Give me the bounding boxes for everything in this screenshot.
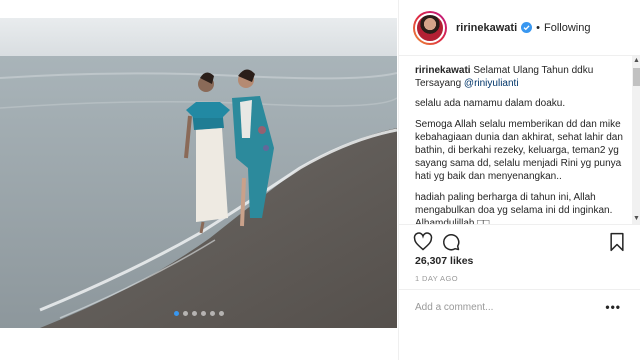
caption-mention-link[interactable]: @riniyulianti xyxy=(464,78,519,89)
caption-paragraph: Semoga Allah selalu memberikan dd dan mi… xyxy=(415,118,623,183)
scroll-thumb[interactable] xyxy=(633,68,640,86)
post-header: ririnekawati • Following xyxy=(399,0,640,56)
caption-first-paragraph: ririnekawati Selamat Ulang Tahun ddku Te… xyxy=(415,64,625,90)
heart-icon[interactable] xyxy=(413,232,433,252)
carousel-dot[interactable] xyxy=(209,311,215,316)
beach-photo xyxy=(0,18,397,328)
photo-pane xyxy=(0,0,397,360)
comment-box: ••• xyxy=(399,289,640,329)
carousel-dot[interactable] xyxy=(200,311,206,316)
more-options-icon[interactable]: ••• xyxy=(605,300,621,314)
carousel-dot[interactable] xyxy=(182,311,188,316)
comment-icon[interactable] xyxy=(441,232,461,252)
caption-area: ririnekawati Selamat Ulang Tahun ddku Te… xyxy=(399,56,640,224)
avatar[interactable] xyxy=(413,10,447,45)
caption: ririnekawati Selamat Ulang Tahun ddku Te… xyxy=(415,64,625,224)
scroll-down-arrow-icon[interactable]: ▼ xyxy=(632,214,640,224)
post-time[interactable]: 1 DAY AGO xyxy=(415,274,458,283)
header-username[interactable]: ririnekawati xyxy=(456,22,517,34)
avatar-image xyxy=(415,12,445,43)
comment-input[interactable] xyxy=(415,302,595,313)
header-separator: • xyxy=(536,21,540,34)
following-button[interactable]: Following xyxy=(544,22,590,34)
likes-count[interactable]: 26,307 likes xyxy=(415,255,473,267)
caption-username[interactable]: ririnekawati xyxy=(415,65,471,76)
verified-badge-icon xyxy=(521,22,533,33)
caption-paragraph: selalu ada namamu dalam doaku. xyxy=(415,98,566,110)
post-photo[interactable] xyxy=(0,18,397,328)
carousel-dot[interactable] xyxy=(218,311,224,316)
caption-scrollbar[interactable]: ▲ ▼ xyxy=(632,56,640,224)
carousel-dot[interactable] xyxy=(173,311,179,316)
bookmark-icon[interactable] xyxy=(607,232,627,252)
post-side-panel: ririnekawati • Following ririnekawati Se… xyxy=(398,0,640,360)
carousel-dots xyxy=(0,311,397,316)
carousel-dot[interactable] xyxy=(191,311,197,316)
action-bar xyxy=(399,224,640,254)
caption-paragraph: hadiah paling berharga di tahun ini, All… xyxy=(415,191,613,224)
scroll-up-arrow-icon[interactable]: ▲ xyxy=(632,56,640,66)
